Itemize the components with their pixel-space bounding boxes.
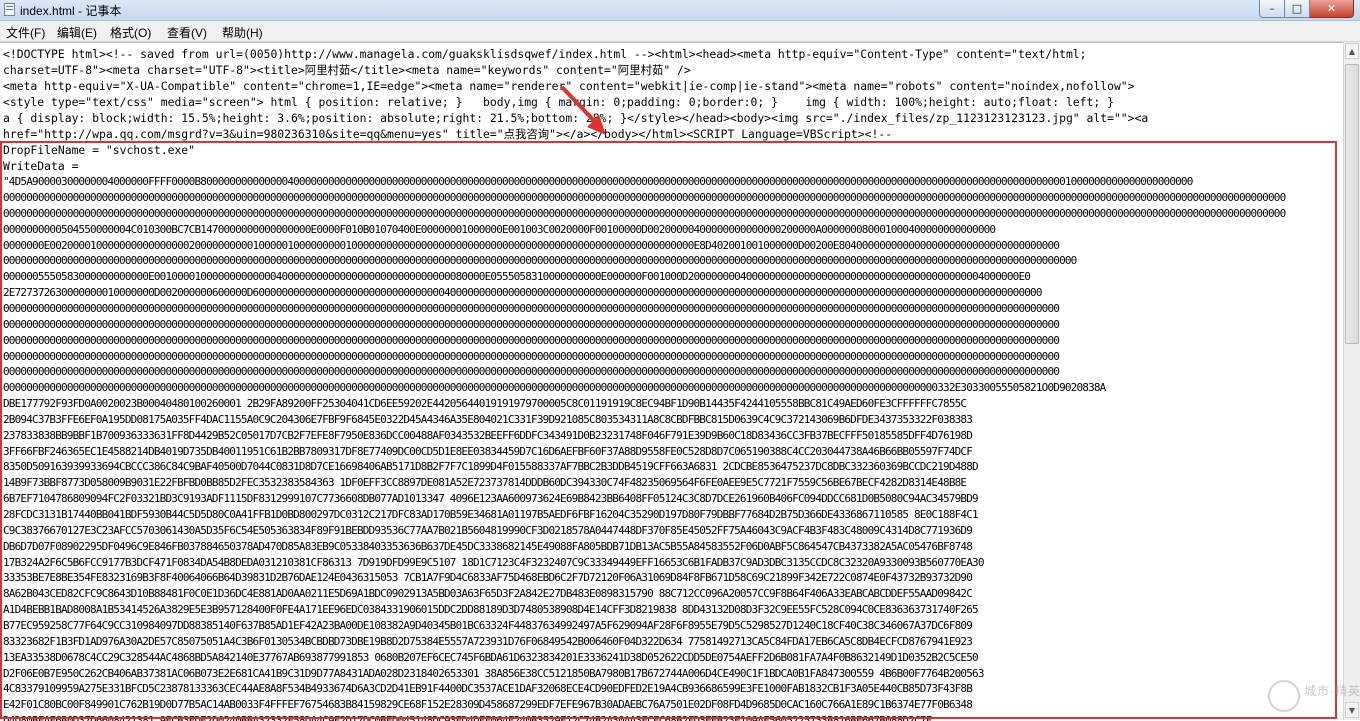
hex-line: 3FF66FBF246365EC1E4588214DB4019D735DB400… <box>3 444 973 458</box>
hex-line: B77EC959258C77F64C9CC310984097DD88385140… <box>3 618 973 632</box>
menu-help[interactable]: 帮助(H) <box>222 24 263 41</box>
hex-line: 0000005550583000000000000E00100001000000… <box>3 270 1031 284</box>
hex-line: 2E727372630000000010000000D0020000006000… <box>3 286 1042 300</box>
hex-line: 6B7EF7104786809094FC2F03321BD3C9193ADF11… <box>3 492 979 506</box>
hex-line: 0000000000000000000000000000000000000000… <box>3 254 1077 268</box>
window-title: index.html - 记事本 <box>20 4 122 18</box>
hex-line: C9C38376670127E3C23AFCC5703061430A5D35F6… <box>3 523 973 537</box>
vertical-scrollbar[interactable]: ▲ ▼ <box>1343 42 1360 720</box>
window-controls: – □ ✕ <box>1259 0 1354 18</box>
hex-line: 0000000E00200001000000000000000020000000… <box>3 238 1060 252</box>
text-editor[interactable]: <!DOCTYPE html><!-- saved from url=(0050… <box>0 42 1343 721</box>
minimize-button[interactable]: – <box>1259 0 1285 18</box>
watermark-logo-icon <box>1268 680 1300 712</box>
hex-line: 0000000000000000000000000000000000000000… <box>3 301 1060 315</box>
menu-edit[interactable]: 编辑(E) <box>57 24 97 41</box>
hex-line: 0000000000000000000000000000000000000000… <box>3 317 1060 331</box>
hex-line: 83323682F1B3FD1AD976A30A2DE57C85075051A4… <box>3 634 973 648</box>
watermark-text: 城市·精英 <box>1304 684 1360 698</box>
hex-line: DBE177792F93FD0A0020023B0004048010026000… <box>3 397 967 411</box>
title-bar: index.html - 记事本 – □ ✕ <box>0 0 1360 21</box>
notepad-icon <box>4 3 15 16</box>
hex-line: 8A62B043CED82CFC9C8643D10B88481F0C0E1D36… <box>3 587 973 601</box>
menu-format[interactable]: 格式(O) <box>110 24 151 41</box>
hex-line: 17B324A2F6C5B6FCC9177B3DCF471F0834DA54B8… <box>3 555 984 569</box>
hex-line: A1D4BEBB1BAD8008A1B53414526A3829E5E3B957… <box>3 603 979 617</box>
hex-line: 14B9F73BBF8773D058009B9031E22FBFBD0BB85D… <box>3 476 967 490</box>
hex-line: 0000000000000000000000000000000000000000… <box>3 365 1060 379</box>
hex-line: DB6D7D07F08902295DF0496C9E846FB037884650… <box>3 539 973 553</box>
menu-view[interactable]: 查看(V) <box>167 24 207 41</box>
hex-line: 33353BE7E8BE354FE8323169B3F8F40064066B64… <box>3 571 973 585</box>
hex-line: 28FCDC3131B17440BB041BDF5930B44C5D5D80C0… <box>3 508 979 521</box>
hex-line: 0000000000000000000000000000000000000000… <box>3 206 1286 220</box>
menu-file[interactable]: 文件(F) <box>6 24 45 41</box>
hex-line: 237833838BB9BBF1B700936333631FF8D4429B52… <box>3 428 973 442</box>
hex-line: 0000000000000000000000000000000000000000… <box>3 381 1106 395</box>
arrow-icon <box>560 85 606 135</box>
watermark: 城市·精英 <box>1264 676 1360 716</box>
scroll-thumb[interactable] <box>1345 64 1359 344</box>
hex-line: 2B094C37B3FFE6EF0A195DD08175A035FF4DAC11… <box>3 412 973 426</box>
hex-line: 0000000000504550000004C010300BC7CB147000… <box>3 222 996 236</box>
hex-line: 0000000000000000000000000000000000000000… <box>3 349 1060 363</box>
scroll-up-icon[interactable]: ▲ <box>1345 43 1359 59</box>
hex-line: E42F01C80BC00F849901C762B19D0D77B5AC14AB… <box>3 698 973 712</box>
hex-line: 0000000000000000000000000000000000000000… <box>3 333 1060 347</box>
hex-line: 4C83379109959A275E331BFCD5C23878133363CE… <box>3 682 973 696</box>
maximize-button[interactable]: □ <box>1285 0 1310 18</box>
hex-line: 8350D509163939933694CBCCC386C84C9BAF4050… <box>3 460 979 474</box>
menu-bar: 文件(F) 编辑(E) 格式(O) 查看(V) 帮助(H) <box>0 21 1360 42</box>
close-button[interactable]: ✕ <box>1310 0 1354 18</box>
hex-line: D2F06E0B7E950C262CB406AB37381AC06B073E2E… <box>3 666 984 680</box>
hex-line: 13EA33538D0678C4CC29C328544AC4868BD5A842… <box>3 650 979 664</box>
